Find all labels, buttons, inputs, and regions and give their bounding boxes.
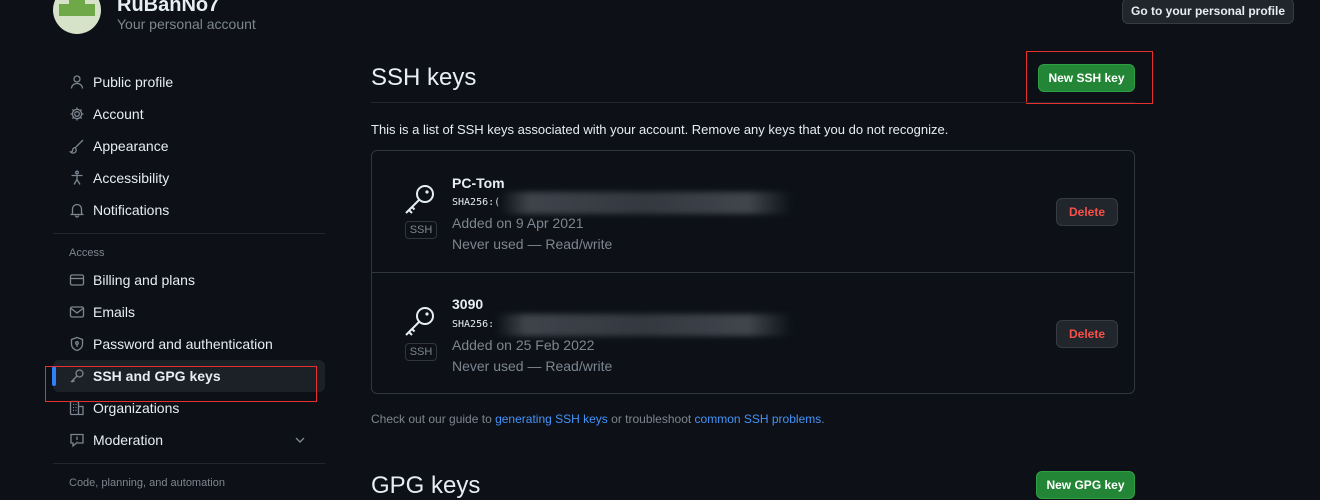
sidebar-item-label: Appearance (93, 138, 169, 154)
sidebar-item-label: Organizations (93, 400, 180, 416)
ssh-description: This is a list of SSH keys associated wi… (371, 122, 949, 137)
sidebar-item-password-auth[interactable]: Password and authentication (53, 328, 325, 360)
organization-icon (69, 400, 85, 416)
ssh-key-usage: Never used — Read/write (452, 236, 613, 252)
paintbrush-icon (69, 138, 85, 154)
sidebar-item-label: Account (93, 106, 144, 122)
sidebar-heading-access: Access (69, 247, 105, 259)
new-ssh-key-button[interactable]: New SSH key (1038, 64, 1135, 92)
new-gpg-key-button[interactable]: New GPG key (1036, 471, 1135, 499)
delete-key-button[interactable]: Delete (1056, 320, 1118, 348)
key-icon (402, 181, 438, 217)
sidebar-item-label: Notifications (93, 202, 170, 218)
sidebar-item-ssh-gpg-keys[interactable]: SSH and GPG keys (52, 360, 325, 392)
gear-icon (69, 106, 85, 122)
ssh-badge: SSH (405, 343, 437, 361)
go-to-profile-button[interactable]: Go to your personal profile (1122, 0, 1294, 24)
ssh-key-fingerprint: SHA256: (452, 319, 495, 330)
account-subtitle: Your personal account (117, 16, 256, 32)
redacted-fingerprint (496, 314, 792, 336)
sidebar-item-organizations[interactable]: Organizations (53, 392, 325, 424)
sidebar-item-billing[interactable]: Billing and plans (53, 264, 325, 296)
sidebar-item-moderation[interactable]: Moderation (53, 424, 325, 456)
ssh-key-row: SSH 3090 SHA256: Added on 25 Feb 2022 Ne… (372, 272, 1134, 393)
sidebar-item-label: SSH and GPG keys (93, 368, 221, 384)
key-icon (69, 368, 85, 384)
guide-middle: or troubleshoot (607, 412, 695, 426)
sidebar-item-label: Billing and plans (93, 272, 195, 288)
sidebar-item-public-profile[interactable]: Public profile (53, 66, 325, 98)
sidebar-item-accessibility[interactable]: Accessibility (53, 162, 325, 194)
bell-icon (69, 202, 85, 218)
ssh-guide-text: Check out our guide to generating SSH ke… (371, 412, 825, 426)
sidebar-item-emails[interactable]: Emails (53, 296, 325, 328)
section-divider (371, 102, 1135, 103)
ssh-key-usage: Never used — Read/write (452, 358, 613, 374)
generating-ssh-keys-link[interactable]: generating SSH keys (495, 412, 608, 426)
avatar[interactable] (53, 0, 101, 34)
ssh-key-list: SSH PC-Tom SHA256:( Added on 9 Apr 2021 … (371, 150, 1135, 394)
account-username[interactable]: RuBanNo7 (117, 0, 219, 17)
chevron-down-icon[interactable] (293, 433, 307, 447)
ssh-key-fingerprint: SHA256:( (452, 197, 501, 208)
ssh-key-title: 3090 (452, 296, 484, 312)
redacted-fingerprint (500, 192, 792, 214)
sidebar-item-label: Moderation (93, 432, 164, 448)
sidebar-divider (53, 233, 325, 234)
sidebar-item-account[interactable]: Account (53, 98, 325, 130)
common-ssh-problems-link[interactable]: common SSH problems (695, 412, 822, 426)
delete-key-button[interactable]: Delete (1056, 198, 1118, 226)
guide-suffix: . (821, 412, 825, 426)
accessibility-icon (69, 170, 85, 186)
sidebar-divider (53, 463, 325, 464)
ssh-key-added: Added on 25 Feb 2022 (452, 337, 595, 353)
sidebar-item-label: Emails (93, 304, 136, 320)
gpg-keys-title: GPG keys (371, 472, 481, 499)
ssh-key-row: SSH PC-Tom SHA256:( Added on 9 Apr 2021 … (372, 151, 1134, 272)
sidebar-item-label: Password and authentication (93, 336, 273, 352)
sidebar-item-label: Public profile (93, 74, 174, 90)
ssh-key-added: Added on 9 Apr 2021 (452, 215, 584, 231)
key-icon (402, 303, 438, 339)
guide-prefix: Check out our guide to (371, 412, 496, 426)
report-icon (69, 432, 85, 448)
ssh-keys-title: SSH keys (371, 64, 477, 91)
sidebar-item-appearance[interactable]: Appearance (53, 130, 325, 162)
settings-sidebar: Public profile Account Appearance Access… (52, 66, 325, 494)
ssh-key-title: PC-Tom (452, 175, 505, 191)
sidebar-heading-code: Code, planning, and automation (69, 477, 225, 489)
mail-icon (69, 304, 85, 320)
sidebar-item-notifications[interactable]: Notifications (53, 194, 325, 226)
person-icon (69, 74, 85, 90)
sidebar-item-label: Accessibility (93, 170, 170, 186)
ssh-badge: SSH (405, 221, 437, 239)
shield-lock-icon (69, 336, 85, 352)
credit-card-icon (69, 272, 85, 288)
